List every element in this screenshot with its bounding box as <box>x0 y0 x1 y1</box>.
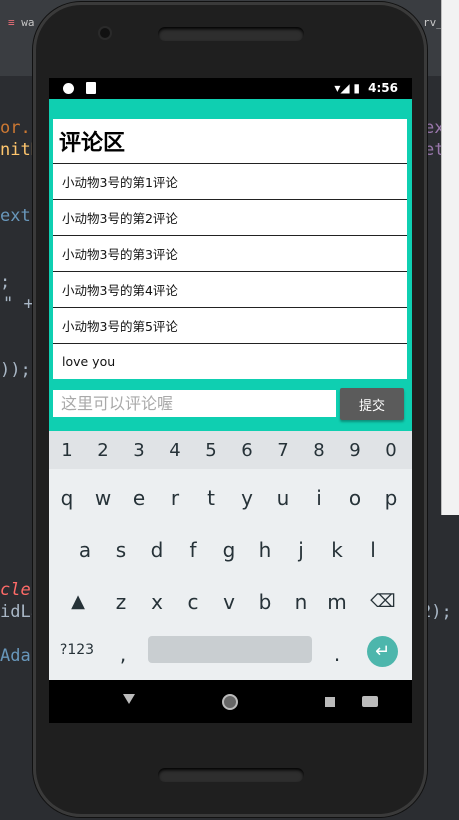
key-r[interactable]: r <box>157 486 193 510</box>
status-bar: ▾◢ ▮ 4:56 <box>49 78 412 99</box>
comment-item[interactable]: 小动物3号的第2评论 <box>53 200 407 236</box>
enter-icon[interactable]: ↵ <box>367 636 398 667</box>
number-row: 1 2 3 4 5 6 7 8 9 0 <box>49 431 412 469</box>
shift-icon[interactable]: ▲ <box>60 591 96 612</box>
comma-key[interactable]: , <box>109 642 137 666</box>
back-icon[interactable] <box>123 694 135 704</box>
signal-battery-icons: ▾◢ ▮ <box>334 81 360 95</box>
submit-button[interactable]: 提交 <box>340 388 404 420</box>
recents-icon[interactable] <box>325 697 335 707</box>
key-2[interactable]: 2 <box>85 440 121 461</box>
navigation-bar <box>49 680 412 723</box>
key-u[interactable]: u <box>265 486 301 510</box>
page-title: 评论区 <box>53 119 407 164</box>
comment-item[interactable]: 小动物3号的第1评论 <box>53 164 407 200</box>
app-content: 评论区 小动物3号的第1评论 小动物3号的第2评论 小动物3号的第3评论 小动物… <box>49 99 412 431</box>
code-fragment: " + <box>3 294 34 314</box>
comment-item[interactable]: 小动物3号的第5评论 <box>53 308 407 344</box>
key-8[interactable]: 8 <box>301 440 337 461</box>
key-p[interactable]: p <box>373 486 409 510</box>
key-5[interactable]: 5 <box>193 440 229 461</box>
key-g[interactable]: g <box>211 538 247 562</box>
key-6[interactable]: 6 <box>229 440 265 461</box>
phone-screen: ▾◢ ▮ 4:56 评论区 小动物3号的第1评论 小动物3号的第2评论 小动物3… <box>49 78 412 723</box>
comment-item[interactable]: 小动物3号的第4评论 <box>53 272 407 308</box>
ide-side-panel <box>441 0 459 515</box>
key-v[interactable]: v <box>211 590 247 614</box>
backspace-icon[interactable]: ⌫ <box>365 591 401 612</box>
key-m[interactable]: m <box>319 590 355 614</box>
key-i[interactable]: i <box>301 486 337 510</box>
key-3[interactable]: 3 <box>121 440 157 461</box>
key-4[interactable]: 4 <box>157 440 193 461</box>
front-camera <box>100 28 110 38</box>
key-t[interactable]: t <box>193 486 229 510</box>
key-f[interactable]: f <box>175 538 211 562</box>
key-h[interactable]: h <box>247 538 283 562</box>
ide-tab-right[interactable]: rv_ <box>423 16 443 29</box>
status-time: 4:56 <box>368 81 398 95</box>
key-d[interactable]: d <box>139 538 175 562</box>
key-z[interactable]: z <box>103 590 139 614</box>
key-o[interactable]: o <box>337 486 373 510</box>
symbols-key[interactable]: ?123 <box>53 642 101 658</box>
soft-keyboard: 1 2 3 4 5 6 7 8 9 0 q w e r t y u i o p … <box>49 431 412 680</box>
key-w[interactable]: w <box>85 486 121 510</box>
code-fragment: or. <box>0 118 31 138</box>
key-y[interactable]: y <box>229 486 265 510</box>
code-fragment: ; <box>0 272 11 292</box>
code-fragment: cle <box>0 580 31 600</box>
sd-card-icon <box>86 82 96 94</box>
top-speaker <box>158 27 304 41</box>
key-7[interactable]: 7 <box>265 440 301 461</box>
key-e[interactable]: e <box>121 486 157 510</box>
comment-input-row: 提交 <box>53 388 407 420</box>
key-x[interactable]: x <box>139 590 175 614</box>
key-s[interactable]: s <box>103 538 139 562</box>
key-c[interactable]: c <box>175 590 211 614</box>
key-k[interactable]: k <box>319 538 355 562</box>
code-fragment: ext <box>0 206 31 226</box>
key-n[interactable]: n <box>283 590 319 614</box>
key-0[interactable]: 0 <box>373 440 409 461</box>
code-fragment: )); <box>0 360 31 380</box>
comment-item[interactable]: love you <box>53 344 407 379</box>
ide-tab-left[interactable]: ≡ wa <box>8 16 35 29</box>
comment-item[interactable]: 小动物3号的第3评论 <box>53 236 407 272</box>
notification-icon <box>63 83 74 94</box>
key-q[interactable]: q <box>49 486 85 510</box>
key-j[interactable]: j <box>283 538 319 562</box>
comment-list: 评论区 小动物3号的第1评论 小动物3号的第2评论 小动物3号的第3评论 小动物… <box>53 119 407 379</box>
key-b[interactable]: b <box>247 590 283 614</box>
key-9[interactable]: 9 <box>337 440 373 461</box>
period-key[interactable]: . <box>323 642 351 666</box>
keyboard-switch-icon[interactable] <box>362 696 378 707</box>
key-a[interactable]: a <box>67 538 103 562</box>
key-1[interactable]: 1 <box>49 440 85 461</box>
home-icon[interactable] <box>222 694 238 710</box>
key-l[interactable]: l <box>355 538 391 562</box>
bottom-speaker <box>158 768 304 782</box>
space-bar[interactable] <box>148 636 312 663</box>
comment-input[interactable] <box>53 390 336 417</box>
